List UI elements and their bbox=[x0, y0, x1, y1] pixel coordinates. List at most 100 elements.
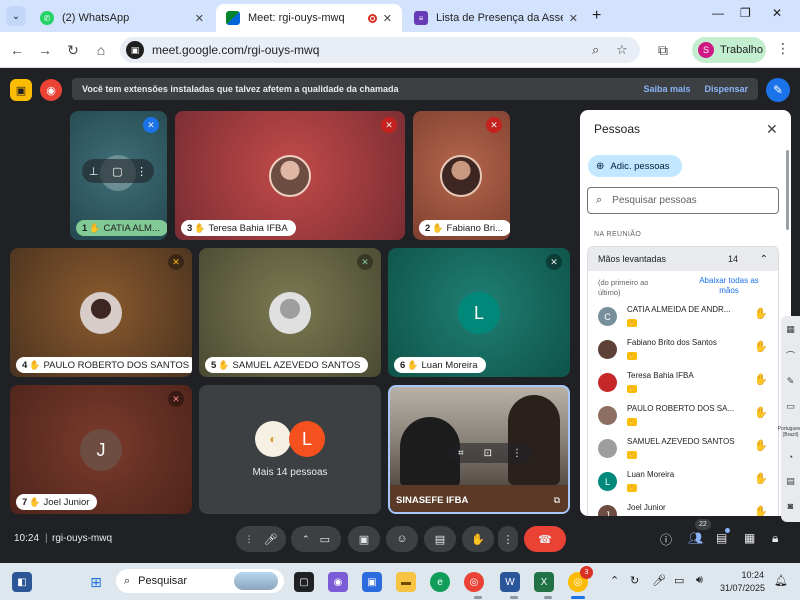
participant-tile[interactable]: ✕ 4 ✋ PAULO ROBERTO DOS SANTOS bbox=[10, 248, 192, 377]
participant-tile[interactable]: ✕ ⊥ ▢ ⋮ 1 ✋ CATIA ALM... bbox=[70, 111, 167, 240]
forward-icon[interactable]: → bbox=[36, 41, 54, 59]
document-icon[interactable]: ▤ bbox=[786, 476, 795, 487]
new-tab-button[interactable]: + bbox=[592, 7, 601, 25]
chat-icon[interactable]: ▤ bbox=[716, 531, 727, 545]
scrollbar[interactable] bbox=[786, 150, 789, 230]
notifications-icon[interactable]: 🔔︎ bbox=[774, 574, 788, 587]
chat-bubble-icon[interactable]: ◔ bbox=[788, 452, 793, 462]
window-close-button[interactable]: ✕ bbox=[772, 6, 782, 20]
more-participants-tile[interactable]: ◐ L Mais 14 pessoas bbox=[199, 385, 381, 514]
pen-icon[interactable]: ✎ bbox=[787, 376, 795, 387]
network-icon[interactable]: ▭ bbox=[674, 574, 684, 587]
raise-hand-button[interactable]: ✋ bbox=[462, 526, 494, 552]
show-hidden-icons-icon[interactable]: ⌃ bbox=[610, 574, 619, 587]
close-tab-icon[interactable]: ✕ bbox=[383, 12, 392, 25]
participant-tile[interactable]: ⌗ ⊡ ⋮ SINASEFE IFBA ⧉ bbox=[388, 385, 570, 514]
frame-icon[interactable]: ▢ bbox=[112, 165, 122, 178]
host-controls-icon[interactable]: 🔒︎ bbox=[772, 531, 778, 546]
add-people-button[interactable]: ⊕ Adic. pessoas bbox=[588, 155, 682, 177]
sync-icon[interactable]: ↻ bbox=[630, 574, 639, 587]
back-icon[interactable]: ← bbox=[8, 41, 26, 59]
task-view-icon[interactable]: ▢ bbox=[294, 572, 314, 592]
apps-grid-icon[interactable]: ▦ bbox=[786, 324, 795, 335]
present-screen-button[interactable]: ▣ bbox=[348, 526, 380, 552]
extensions-icon[interactable]: ⧉ bbox=[654, 41, 672, 59]
pin-icon[interactable]: ⊥ bbox=[89, 165, 99, 178]
site-info-icon[interactable]: ▣ bbox=[126, 41, 144, 59]
search-people-input[interactable]: ⌕ Pesquisar pessoas bbox=[587, 187, 779, 214]
reactions-button[interactable]: ☺ bbox=[386, 526, 418, 552]
minimize-button[interactable]: — bbox=[712, 6, 724, 20]
hanger-icon[interactable]: ⌒ bbox=[786, 349, 795, 362]
camera-icon[interactable]: ◙ bbox=[788, 501, 793, 511]
camera-control[interactable]: ⌃ ▭ bbox=[291, 526, 341, 552]
zoom-icon[interactable]: ⌕ bbox=[592, 42, 599, 58]
tab-meet[interactable]: Meet: rgi-ouys-mwq ✕ bbox=[216, 4, 402, 32]
tab-forms[interactable]: ≡ Lista de Presença da Assembleia ✕ bbox=[404, 4, 588, 32]
raised-hand-icon[interactable]: ✋ bbox=[754, 439, 768, 452]
word-icon[interactable]: W bbox=[500, 572, 520, 592]
home-icon[interactable]: ⌂ bbox=[92, 41, 110, 59]
caption-icon[interactable]: ▭ bbox=[786, 401, 795, 412]
participant-row[interactable]: Teresa Bahia IFBA ✋ ✋ bbox=[588, 367, 778, 400]
microphone-control[interactable]: ⋮ 🎤︎ bbox=[236, 526, 286, 552]
tab-search-icon[interactable]: ⌄ bbox=[6, 6, 26, 26]
tab-whatsapp[interactable]: ✆ (2) WhatsApp ✕ bbox=[30, 4, 214, 32]
chevron-up-icon[interactable]: ⌃ bbox=[760, 254, 768, 265]
more-options-button[interactable]: ⋮ bbox=[498, 526, 518, 552]
raised-hand-icon[interactable]: ✋ bbox=[754, 505, 768, 516]
close-tab-icon[interactable]: ✕ bbox=[569, 12, 578, 25]
participant-row[interactable]: JJoel Junior✋✋ bbox=[588, 499, 778, 516]
learn-more-link[interactable]: Saiba mais bbox=[643, 84, 690, 94]
frame-icon[interactable]: ⌗ bbox=[458, 448, 464, 459]
dismiss-link[interactable]: Dispensar bbox=[704, 84, 748, 94]
raised-hands-header[interactable]: Mãos levantadas 14 ⌃ bbox=[588, 247, 778, 271]
reload-icon[interactable]: ↻ bbox=[64, 41, 82, 59]
widgets-icon[interactable]: ◧ bbox=[12, 572, 32, 592]
lower-all-hands-button[interactable]: Abaixar todas as mãos bbox=[694, 276, 764, 296]
profile-button[interactable]: S Trabalho bbox=[692, 37, 766, 63]
edge-icon[interactable]: e bbox=[430, 572, 450, 592]
system-clock[interactable]: 10:24 31/07/2025 bbox=[720, 569, 765, 595]
raised-hand-icon[interactable]: ✋ bbox=[754, 307, 768, 320]
participant-tile[interactable]: ✕ 2 ✋ Fabiano Bri... bbox=[413, 111, 510, 240]
taskbar-search[interactable]: ⌕ Pesquisar bbox=[116, 569, 284, 593]
raised-hand-icon[interactable]: ✋ bbox=[754, 340, 768, 353]
close-icon[interactable]: ✕ bbox=[766, 121, 778, 138]
participant-row[interactable]: Fabiano Brito dos Santos ✋ ✋ bbox=[588, 334, 778, 367]
participant-tile[interactable]: ✕ 3 ✋ Teresa Bahia IFBA bbox=[175, 111, 405, 240]
more-options-icon[interactable]: ⋮ bbox=[136, 165, 147, 178]
picture-in-picture-icon[interactable]: ⧉ bbox=[554, 495, 560, 506]
participant-row[interactable]: L Luan Moreira ✋ ✋ bbox=[588, 466, 778, 499]
microphone-tray-icon[interactable]: 🎤︎ bbox=[652, 574, 666, 587]
people-icon[interactable]: 👥︎ bbox=[688, 531, 703, 545]
participant-row[interactable]: C CATIA ALMEIDA DE ANDR... ✋ ✋ bbox=[588, 301, 778, 334]
meeting-info-icon[interactable]: ▣ bbox=[10, 79, 32, 101]
chrome-menu-icon[interactable]: ⋮ bbox=[776, 40, 790, 57]
store-icon[interactable]: ▣ bbox=[362, 572, 382, 592]
recording-indicator-icon[interactable]: ◉ bbox=[40, 79, 62, 101]
close-tab-icon[interactable]: ✕ bbox=[195, 12, 204, 25]
teams-icon[interactable]: ◉ bbox=[328, 572, 348, 592]
excel-icon[interactable]: X bbox=[534, 572, 554, 592]
effects-icon[interactable]: ✎ bbox=[766, 78, 790, 102]
bookmark-star-icon[interactable]: ☆ bbox=[616, 42, 628, 58]
leave-call-button[interactable]: ☎ bbox=[524, 526, 566, 552]
pin-icon[interactable]: ⊡ bbox=[484, 448, 492, 459]
raised-hand-icon[interactable]: ✋ bbox=[754, 406, 768, 419]
more-options-icon[interactable]: ⋮ bbox=[512, 448, 522, 459]
restore-button[interactable]: ❐ bbox=[740, 6, 751, 20]
activities-icon[interactable]: ▦ bbox=[744, 531, 755, 545]
volume-icon[interactable]: 🔊︎ bbox=[696, 574, 703, 587]
captions-button[interactable]: ▤ bbox=[424, 526, 456, 552]
windows-start-icon[interactable]: ⊞ bbox=[86, 572, 106, 592]
participant-tile[interactable]: ✕ J 7 ✋ Joel Junior bbox=[10, 385, 192, 514]
raised-hand-icon[interactable]: ✋ bbox=[754, 472, 768, 485]
address-bar[interactable]: ▣ meet.google.com/rgi-ouys-mwq ⌕ ☆ bbox=[120, 37, 640, 63]
participant-row[interactable]: SAMUEL AZEVEDO SANTOS ✋ ✋ bbox=[588, 433, 778, 466]
participant-tile[interactable]: ✕ L 6 ✋ Luan Moreira bbox=[388, 248, 570, 377]
raised-hand-icon[interactable]: ✋ bbox=[754, 373, 768, 386]
chrome-icon[interactable]: ◎ bbox=[464, 572, 484, 592]
file-explorer-icon[interactable]: ▬ bbox=[396, 572, 416, 592]
participant-row[interactable]: PAULO ROBERTO DOS SA... ✋ ✋ bbox=[588, 400, 778, 433]
